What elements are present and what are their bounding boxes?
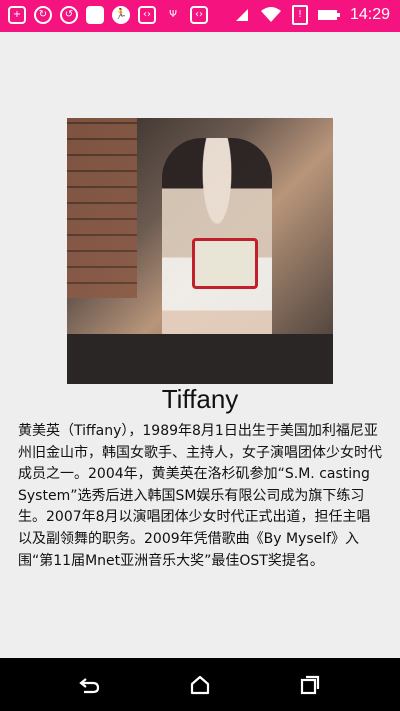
home-button[interactable] bbox=[187, 672, 213, 698]
sync-alt-icon: ↺ bbox=[60, 6, 78, 24]
triangle-icon bbox=[235, 9, 248, 21]
profile-name: Tiffany bbox=[161, 384, 239, 414]
running-man-icon: 🏃 bbox=[112, 6, 130, 24]
code-icon: ‹› bbox=[138, 6, 156, 24]
navigation-bar bbox=[0, 658, 400, 711]
sync-icon: ↻ bbox=[34, 6, 52, 24]
battery-icon bbox=[317, 10, 340, 20]
add-box-icon: + bbox=[8, 6, 26, 24]
home-icon bbox=[190, 675, 210, 695]
status-time: 14:29 bbox=[349, 6, 390, 23]
no-sim-icon: ! bbox=[291, 5, 308, 25]
profile-photo bbox=[67, 118, 333, 384]
wifi-icon bbox=[260, 7, 281, 22]
system-icons: ! 14:29 bbox=[234, 5, 390, 25]
blank-notification-icon bbox=[86, 6, 104, 24]
profile-bio: 黄美英（Tiffany），1989年8月1日出生于美国加利福尼亚州旧金山市，韩国… bbox=[18, 423, 382, 569]
status-bar: + ↻ ↺ 🏃 ‹› Ψ ‹› ! 14:29 bbox=[0, 0, 400, 32]
photo-popcorn-bucket bbox=[192, 238, 258, 289]
code-icon: ‹› bbox=[190, 6, 208, 24]
photo-brick-wall bbox=[67, 118, 137, 298]
recents-button[interactable] bbox=[297, 672, 323, 698]
notification-icons: + ↻ ↺ 🏃 ‹› Ψ ‹› bbox=[8, 6, 208, 24]
usb-icon: Ψ bbox=[169, 9, 177, 20]
back-button[interactable] bbox=[77, 672, 103, 698]
profile-content: Tiffany 黄美英（Tiffany），1989年8月1日出生于美国加利福尼亚… bbox=[0, 32, 400, 658]
photo-table bbox=[67, 334, 333, 384]
back-icon bbox=[79, 678, 100, 694]
recents-icon bbox=[300, 675, 320, 695]
